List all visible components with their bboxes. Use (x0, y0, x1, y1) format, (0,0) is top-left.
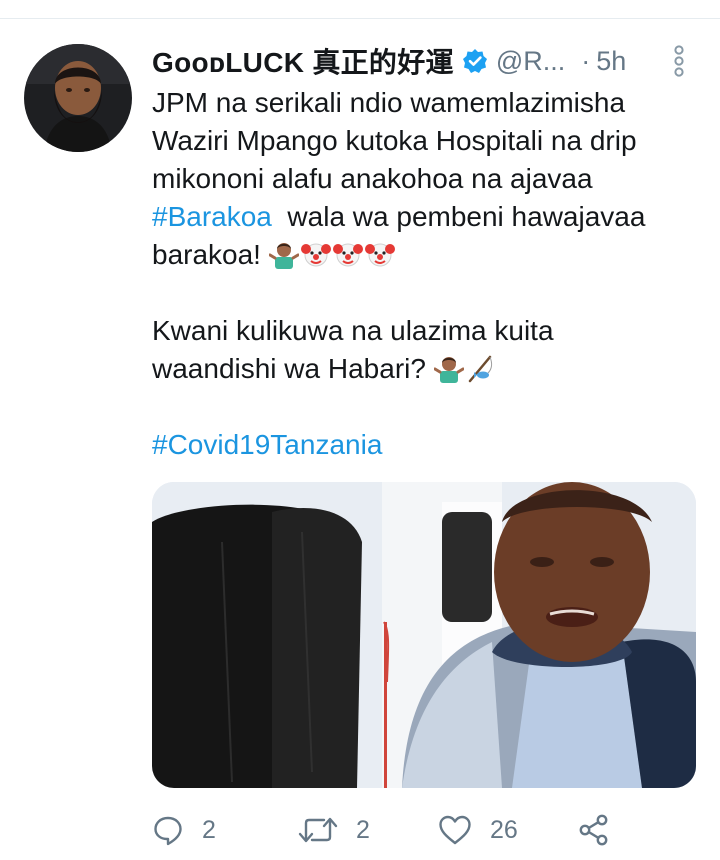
tweet-text: JPM na serikali ndio wamemlazimisha Wazi… (152, 84, 708, 464)
text-fragment: waandishi wa Habari? (152, 353, 434, 384)
text-fragment: wala wa pembeni hawajavaa (271, 201, 646, 232)
retweet-count: 2 (356, 815, 370, 844)
top-divider (0, 18, 720, 19)
share-icon (579, 814, 608, 846)
reply-icon (154, 816, 182, 846)
handle[interactable]: @R... (496, 46, 565, 77)
text-line: #Covid19Tanzania (152, 426, 708, 464)
clown-face-icon (332, 243, 363, 267)
text-line: Waziri Mpango kutoka Hospitali na drip (152, 125, 637, 156)
separator-dot: · (581, 45, 591, 76)
timestamp[interactable]: 5h (596, 46, 626, 77)
reply-button[interactable]: 2 (152, 808, 216, 852)
more-vertical-icon[interactable] (672, 44, 686, 78)
avatar[interactable] (24, 44, 132, 152)
retweet-button[interactable]: 2 (298, 808, 370, 852)
tweet-media-image[interactable] (152, 482, 696, 788)
display-name[interactable]: GᴏᴏᴅLUCK 真正的好運 (152, 41, 454, 81)
like-count: 26 (490, 815, 518, 844)
reply-count: 2 (202, 815, 216, 844)
clown-face-icon (364, 243, 395, 267)
like-button[interactable]: 26 (438, 808, 518, 852)
text-line: JPM na serikali ndio wamemlazimisha (152, 87, 626, 118)
retweet-icon (298, 817, 338, 843)
text-fragment: barakoa! (152, 239, 269, 270)
person-shrugging-icon (433, 357, 464, 383)
hashtag-barakoa[interactable]: #Barakoa (152, 201, 272, 232)
share-button[interactable] (578, 808, 610, 852)
text-line: Kwani kulikuwa na ulazima kuita (152, 315, 554, 346)
text-line: barakoa! (152, 236, 708, 274)
like-icon (439, 815, 471, 845)
text-line: waandishi wa Habari? (152, 350, 708, 388)
verified-badge-icon (462, 49, 487, 73)
person-shrugging-icon (268, 243, 299, 269)
text-line: mikononi alafu anakohoa na ajavaa (152, 163, 593, 194)
tweet-actions: 2 2 26 (152, 808, 672, 852)
clown-face-icon (300, 243, 331, 267)
text-line: #Barakoa wala wa pembeni hawajavaa (152, 198, 708, 236)
tweet-header: GᴏᴏᴅLUCK 真正的好運 @R... · 5h (152, 40, 692, 82)
hashtag-covid19tanzania[interactable]: #Covid19Tanzania (152, 429, 382, 460)
fishing-pole-icon (468, 355, 492, 383)
